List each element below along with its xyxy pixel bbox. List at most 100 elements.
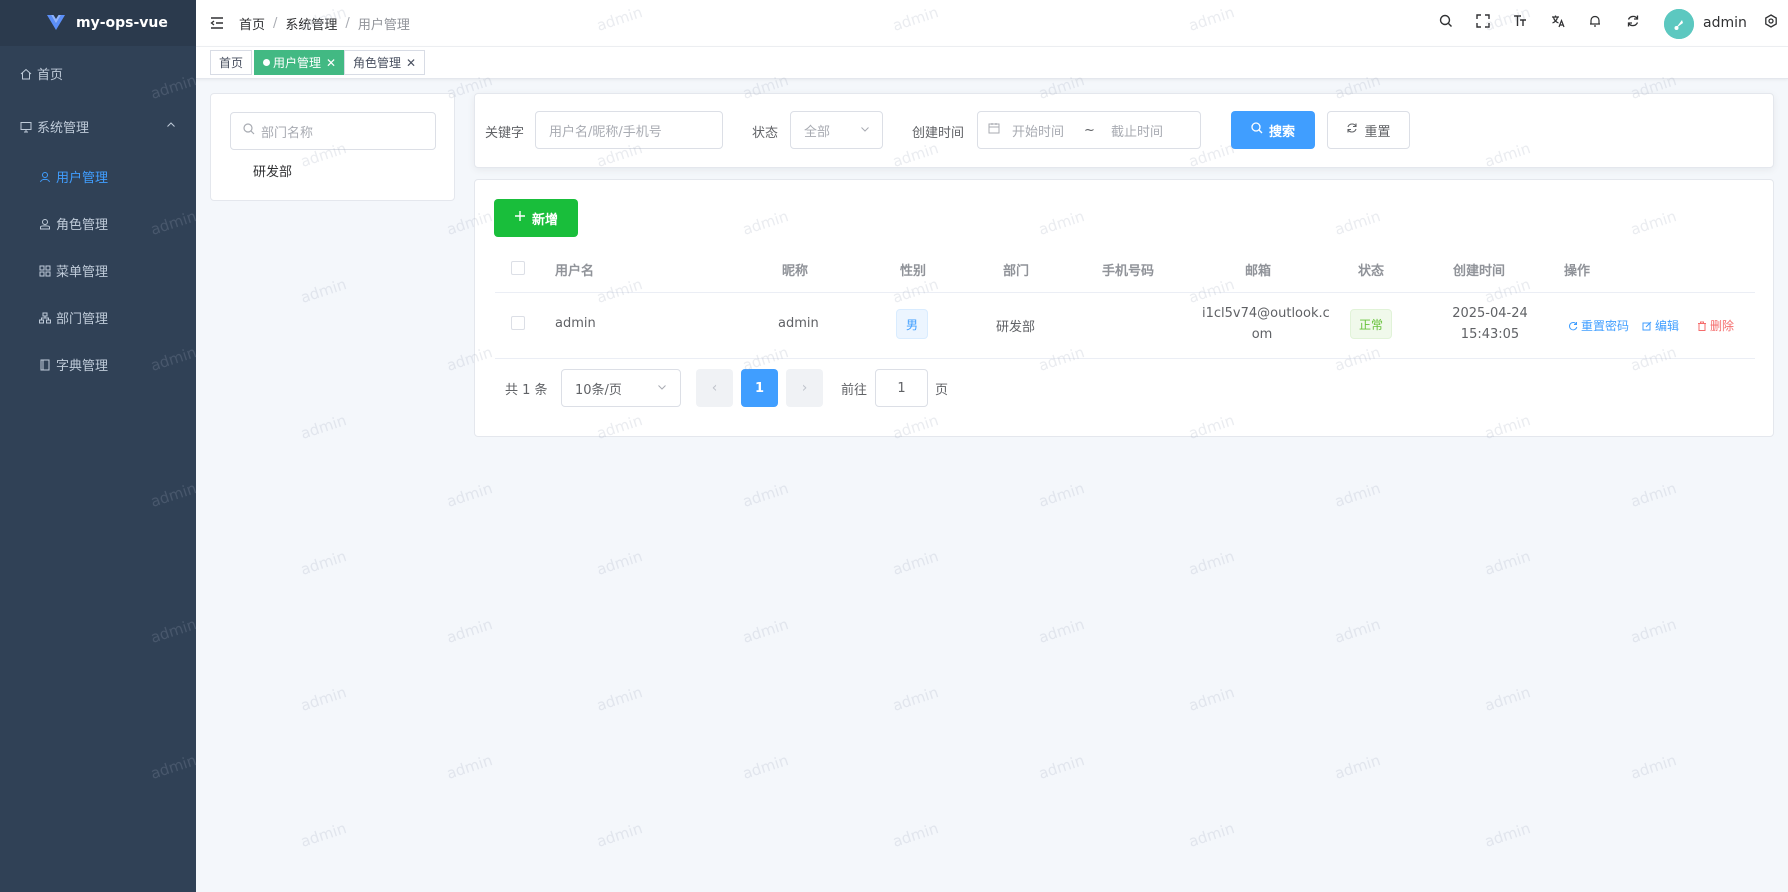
table-divider [495, 358, 1755, 359]
watermark-text: admin [298, 411, 349, 443]
breadcrumb-separator: / [273, 16, 278, 31]
goto-page-input[interactable]: 1 [875, 369, 928, 407]
watermark-text: admin [1332, 615, 1383, 647]
watermark-text: admin [1332, 479, 1383, 511]
fullscreen-icon[interactable] [1475, 13, 1491, 29]
pagination-total: 共 1 条 [505, 383, 548, 398]
dept-tree-panel: 部门名称 研发部 [210, 93, 455, 201]
page-size-select[interactable]: 10条/页 [561, 369, 681, 407]
column-header: 部门 [1003, 264, 1030, 279]
watermark-text: admin [1036, 479, 1087, 511]
sidebar-item-dicts[interactable]: 字典管理 [0, 355, 196, 374]
watermark-text: admin [890, 683, 941, 715]
column-header: 状态 [1358, 264, 1385, 279]
cell-created-time: 15:43:05 [1460, 327, 1520, 342]
reset-button[interactable]: 重置 [1327, 111, 1410, 149]
search-icon [243, 123, 255, 139]
status-select[interactable]: 全部 [790, 111, 883, 149]
breadcrumb-separator: / [345, 16, 350, 31]
chevron-down-icon [657, 381, 667, 396]
sidebar-item-home[interactable]: 首页 [0, 64, 196, 83]
watermark-text: admin [890, 819, 941, 851]
edit-button[interactable]: 编辑 [1642, 317, 1679, 334]
search-button[interactable]: 搜索 [1231, 111, 1315, 149]
watermark-text: admin [1628, 615, 1679, 647]
sidebar-item-users[interactable]: 用户管理 [0, 167, 196, 186]
watermark-text: admin [444, 479, 495, 511]
reset-password-button[interactable]: 重置密码 [1568, 317, 1629, 334]
delete-label: 删除 [1710, 319, 1735, 333]
watermark-text: admin [1482, 683, 1533, 715]
status-label: 状态 [752, 126, 779, 141]
watermark-text: admin [740, 751, 791, 783]
top-navbar: 首页 / 系统管理 / 用户管理 admin [196, 0, 1788, 47]
watermark-text: admin [1482, 819, 1533, 851]
column-header: 手机号码 [1102, 264, 1155, 279]
tag-home[interactable]: 首页 [210, 50, 253, 75]
dept-tree-node[interactable]: 研发部 [253, 161, 292, 180]
settings-icon[interactable] [1763, 13, 1779, 29]
sidebar-item-roles[interactable]: 角色管理 [0, 214, 196, 233]
select-all-checkbox[interactable] [511, 261, 525, 275]
close-icon[interactable]: ✕ [406, 56, 416, 70]
breadcrumb-item[interactable]: 系统管理 [285, 14, 337, 33]
close-icon[interactable]: ✕ [326, 56, 336, 70]
page-size-value: 10条/页 [575, 382, 622, 398]
add-user-button[interactable]: 新增 [494, 199, 578, 237]
watermark-text: admin [298, 819, 349, 851]
role-icon [38, 217, 52, 231]
breadcrumb-item[interactable]: 首页 [239, 14, 265, 33]
next-page-button[interactable]: › [786, 369, 823, 407]
column-header: 操作 [1564, 264, 1591, 279]
org-chart-icon [38, 311, 52, 325]
sidebar-item-label: 角色管理 [56, 218, 109, 233]
delete-button[interactable]: 删除 [1697, 317, 1734, 334]
translate-icon[interactable] [1550, 13, 1566, 29]
watermark-text: admin [1036, 615, 1087, 647]
sidebar-item-label: 首页 [37, 68, 64, 83]
app-logo[interactable]: my-ops-vue [0, 0, 196, 46]
keyword-placeholder: 用户名/昵称/手机号 [549, 124, 662, 140]
sidebar-item-label: 字典管理 [56, 359, 109, 374]
dept-search-placeholder: 部门名称 [261, 125, 314, 141]
column-header: 昵称 [782, 264, 809, 279]
watermark-text: admin [1186, 819, 1237, 851]
tag-roles[interactable]: 角色管理 ✕ [344, 50, 426, 75]
watermark-text: admin [1482, 547, 1533, 579]
keyword-input[interactable]: 用户名/昵称/手机号 [535, 111, 723, 149]
search-icon[interactable] [1438, 13, 1454, 29]
row-checkbox[interactable] [511, 316, 525, 330]
grid-icon [38, 264, 52, 278]
status-select-value: 全部 [804, 124, 831, 140]
sidebar-item-menus[interactable]: 菜单管理 [0, 261, 196, 280]
range-separator: ~ [1084, 122, 1095, 138]
cell-dept: 研发部 [996, 320, 1036, 335]
watermark-text: admin [594, 547, 645, 579]
tag-users[interactable]: 用户管理 ✕ [254, 50, 346, 75]
column-header: 创建时间 [1453, 264, 1506, 279]
created-time-label: 创建时间 [912, 126, 965, 141]
breadcrumb-item: 用户管理 [357, 18, 410, 33]
font-size-icon[interactable] [1512, 13, 1528, 29]
watermark-text: admin [890, 547, 941, 579]
search-form: 关键字 用户名/昵称/手机号 状态 全部 创建时间 开始时间 ~ 截止时间 搜索… [474, 93, 1774, 168]
active-dot-icon [263, 59, 270, 66]
username[interactable]: admin [1703, 15, 1747, 31]
sidebar-item-system[interactable]: 系统管理 [0, 117, 196, 136]
reset-password-label: 重置密码 [1581, 319, 1630, 333]
edit-icon [1642, 321, 1652, 330]
avatar[interactable] [1664, 9, 1694, 39]
cell-nickname: admin [778, 316, 819, 331]
prev-page-button[interactable]: ‹ [696, 369, 733, 407]
menu-fold-icon[interactable] [210, 16, 224, 34]
gender-tag: 男 [896, 309, 928, 339]
dept-search-input[interactable]: 部门名称 [230, 112, 436, 150]
bell-icon[interactable] [1587, 13, 1603, 29]
sidebar-item-depts[interactable]: 部门管理 [0, 308, 196, 327]
page-number-button[interactable]: 1 [741, 369, 778, 407]
calendar-icon [988, 122, 1000, 138]
watermark-text: admin [1332, 751, 1383, 783]
refresh-icon[interactable] [1625, 13, 1641, 29]
sidebar: my-ops-vue 首页 系统管理 用户管理 角色管理 菜单管理 部门管理 字… [0, 0, 196, 892]
date-range-picker[interactable]: 开始时间 ~ 截止时间 [977, 111, 1201, 149]
